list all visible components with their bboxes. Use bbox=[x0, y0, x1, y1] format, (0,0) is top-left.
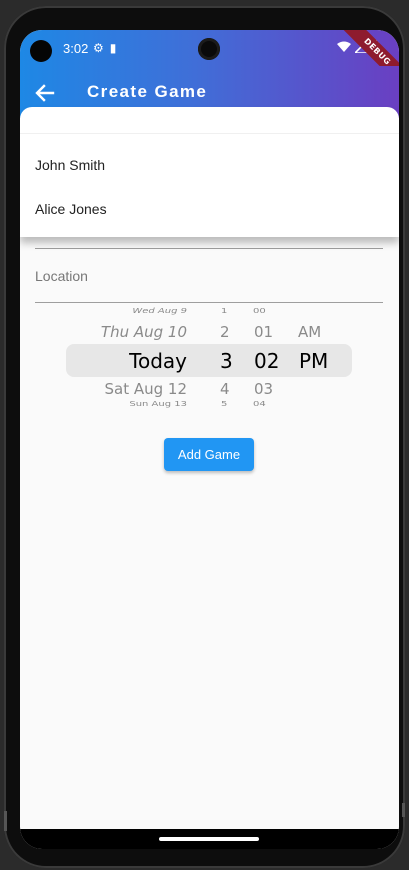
picker-date-item[interactable]: Sat Aug 12 bbox=[104, 380, 187, 398]
picker-date-selected[interactable]: Today bbox=[129, 349, 187, 373]
picker-minute-item[interactable]: 04 bbox=[253, 401, 266, 409]
side-edge-right bbox=[402, 803, 405, 817]
picker-hour-item[interactable]: 1 bbox=[221, 308, 227, 316]
picker-minute-selected[interactable]: 02 bbox=[254, 349, 279, 373]
picker-minute-item[interactable]: 00 bbox=[253, 308, 266, 316]
camera-cutout bbox=[30, 40, 52, 62]
picker-hour-item[interactable]: 5 bbox=[221, 401, 227, 409]
sd-card-icon: ▮ bbox=[109, 41, 117, 55]
players-field-underline bbox=[35, 248, 383, 249]
dropdown-item-alice-jones[interactable]: Alice Jones bbox=[35, 201, 107, 217]
location-field-label[interactable]: Location bbox=[35, 268, 88, 284]
back-arrow-icon[interactable] bbox=[32, 80, 58, 106]
picker-date-item[interactable]: Sun Aug 13 bbox=[129, 401, 187, 409]
home-indicator[interactable] bbox=[159, 837, 259, 841]
status-bar: 3:02 ⚙ ▮ DEBUG bbox=[20, 30, 399, 92]
side-edge-left bbox=[4, 811, 7, 831]
phone-frame: 3:02 ⚙ ▮ DEBUG Create Game John Smith Al… bbox=[4, 6, 405, 868]
picker-ampm-item[interactable]: AM bbox=[298, 323, 321, 341]
navigation-bar bbox=[20, 829, 399, 849]
picker-hour-selected[interactable]: 3 bbox=[220, 349, 233, 373]
page-title: Create Game bbox=[87, 82, 208, 101]
status-time: 3:02 bbox=[63, 41, 89, 56]
picker-date-item[interactable]: Thu Aug 10 bbox=[101, 323, 187, 341]
wifi-icon bbox=[337, 41, 351, 52]
location-field-underline bbox=[35, 302, 383, 303]
dropdown-item-john-smith[interactable]: John Smith bbox=[35, 157, 105, 173]
date-time-picker[interactable]: Wed Aug 9 Thu Aug 10 Today Sat Aug 12 Su… bbox=[20, 304, 399, 414]
picker-ampm-selected[interactable]: PM bbox=[299, 349, 328, 373]
settings-icon: ⚙ bbox=[93, 41, 104, 55]
picker-date-item[interactable]: Wed Aug 9 bbox=[132, 308, 187, 316]
player-dropdown-menu: John Smith Alice Jones bbox=[20, 107, 399, 237]
add-game-button[interactable]: Add Game bbox=[164, 438, 254, 471]
screen: 3:02 ⚙ ▮ DEBUG Create Game John Smith Al… bbox=[20, 30, 399, 849]
picker-minute-item[interactable]: 01 bbox=[254, 323, 273, 341]
picker-hour-item[interactable]: 4 bbox=[220, 380, 230, 398]
front-camera bbox=[198, 38, 220, 60]
picker-hour-item[interactable]: 2 bbox=[220, 323, 230, 341]
picker-minute-item[interactable]: 03 bbox=[254, 380, 273, 398]
status-notification-icons: ⚙ ▮ bbox=[93, 41, 116, 55]
dropdown-top-strip bbox=[20, 107, 399, 134]
